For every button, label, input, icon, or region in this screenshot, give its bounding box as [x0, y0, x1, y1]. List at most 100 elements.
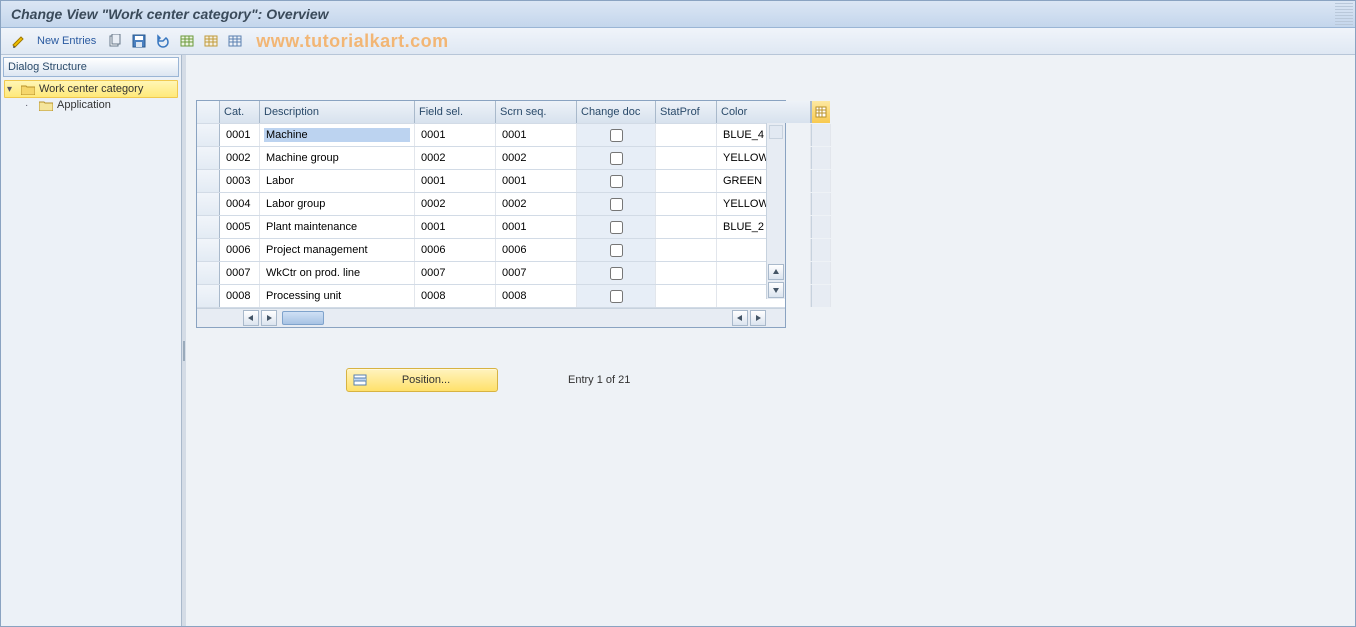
header-scrn-seq[interactable]: Scrn seq.	[496, 101, 577, 123]
scr-input[interactable]	[500, 220, 572, 234]
fld-input[interactable]	[419, 174, 491, 188]
desc-input[interactable]	[264, 174, 410, 188]
save-icon[interactable]	[130, 32, 148, 50]
cell-scrn-seq[interactable]	[496, 147, 577, 169]
header-field-sel[interactable]: Field sel.	[415, 101, 496, 123]
cell-statprof[interactable]	[656, 285, 717, 307]
desc-input[interactable]	[264, 220, 410, 234]
fld-input[interactable]	[419, 289, 491, 303]
header-row-selector[interactable]	[197, 101, 220, 123]
stat-input[interactable]	[660, 197, 712, 211]
cell-change-doc[interactable]	[577, 170, 656, 192]
change-doc-checkbox[interactable]	[610, 290, 623, 303]
scr-input[interactable]	[500, 128, 572, 142]
fld-input[interactable]	[419, 197, 491, 211]
fld-input[interactable]	[419, 243, 491, 257]
cell-description[interactable]	[260, 285, 415, 307]
cell-field-sel[interactable]	[415, 193, 496, 215]
cell-color[interactable]	[717, 124, 811, 146]
desc-input[interactable]	[264, 266, 410, 280]
scroll-down-icon[interactable]	[768, 282, 784, 298]
cell-description[interactable]	[260, 193, 415, 215]
color-input[interactable]	[721, 266, 806, 280]
cell-statprof[interactable]	[656, 193, 717, 215]
row-selector[interactable]	[197, 170, 220, 192]
cell-color[interactable]	[717, 285, 811, 307]
stat-input[interactable]	[660, 174, 712, 188]
row-selector[interactable]	[197, 124, 220, 146]
change-doc-checkbox[interactable]	[610, 221, 623, 234]
copy-icon[interactable]	[106, 32, 124, 50]
cell-change-doc[interactable]	[577, 124, 656, 146]
cell-color[interactable]	[717, 147, 811, 169]
cell-cat[interactable]	[220, 239, 260, 261]
cell-field-sel[interactable]	[415, 170, 496, 192]
cell-field-sel[interactable]	[415, 239, 496, 261]
row-selector[interactable]	[197, 285, 220, 307]
cat-input[interactable]	[224, 174, 255, 188]
pencil-glasses-icon[interactable]	[9, 32, 27, 50]
change-doc-checkbox[interactable]	[610, 198, 623, 211]
cell-cat[interactable]	[220, 262, 260, 284]
scroll-right-icon[interactable]	[750, 310, 766, 326]
stat-input[interactable]	[660, 243, 712, 257]
stat-input[interactable]	[660, 151, 712, 165]
cell-cat[interactable]	[220, 170, 260, 192]
cell-statprof[interactable]	[656, 124, 717, 146]
scroll-left-icon[interactable]	[243, 310, 259, 326]
scr-input[interactable]	[500, 266, 572, 280]
cell-cat[interactable]	[220, 193, 260, 215]
vertical-scrollbar[interactable]	[766, 123, 785, 299]
color-input[interactable]	[721, 220, 806, 234]
scroll-left-icon[interactable]	[732, 310, 748, 326]
fld-input[interactable]	[419, 128, 491, 142]
cell-change-doc[interactable]	[577, 239, 656, 261]
horizontal-scrollbar[interactable]	[197, 308, 785, 327]
cell-scrn-seq[interactable]	[496, 239, 577, 261]
cat-input[interactable]	[224, 197, 255, 211]
cell-description[interactable]	[260, 170, 415, 192]
cell-scrn-seq[interactable]	[496, 193, 577, 215]
cell-cat[interactable]	[220, 285, 260, 307]
deselect-icon[interactable]	[202, 32, 220, 50]
cell-statprof[interactable]	[656, 239, 717, 261]
stat-input[interactable]	[660, 266, 712, 280]
scr-input[interactable]	[500, 197, 572, 211]
fld-input[interactable]	[419, 220, 491, 234]
select-all-icon[interactable]	[178, 32, 196, 50]
cell-field-sel[interactable]	[415, 124, 496, 146]
change-doc-checkbox[interactable]	[610, 244, 623, 257]
cell-color[interactable]	[717, 193, 811, 215]
scrollbar-thumb[interactable]	[282, 311, 324, 325]
cell-color[interactable]	[717, 170, 811, 192]
desc-input[interactable]	[264, 151, 410, 165]
table-settings-icon[interactable]	[226, 32, 244, 50]
change-doc-checkbox[interactable]	[610, 175, 623, 188]
undo-icon[interactable]	[154, 32, 172, 50]
cell-statprof[interactable]	[656, 170, 717, 192]
desc-input[interactable]	[264, 243, 410, 257]
header-statprof[interactable]: StatProf	[656, 101, 717, 123]
header-description[interactable]: Description	[260, 101, 415, 123]
cell-scrn-seq[interactable]	[496, 170, 577, 192]
cat-input[interactable]	[224, 243, 255, 257]
fld-input[interactable]	[419, 151, 491, 165]
cell-field-sel[interactable]	[415, 285, 496, 307]
change-doc-checkbox[interactable]	[610, 152, 623, 165]
tree-node-application[interactable]: · Application	[5, 97, 177, 113]
cell-cat[interactable]	[220, 124, 260, 146]
cell-description[interactable]	[260, 147, 415, 169]
header-color[interactable]: Color	[717, 101, 811, 123]
configure-columns-button[interactable]	[811, 101, 830, 123]
new-entries-button[interactable]: New Entries	[33, 35, 100, 47]
cell-scrn-seq[interactable]	[496, 216, 577, 238]
cell-field-sel[interactable]	[415, 147, 496, 169]
header-cat[interactable]: Cat.	[220, 101, 260, 123]
color-input[interactable]	[721, 289, 806, 303]
cell-color[interactable]	[717, 239, 811, 261]
cat-input[interactable]	[224, 220, 255, 234]
scr-input[interactable]	[500, 151, 572, 165]
row-selector[interactable]	[197, 262, 220, 284]
stat-input[interactable]	[660, 289, 712, 303]
desc-input[interactable]	[264, 289, 410, 303]
